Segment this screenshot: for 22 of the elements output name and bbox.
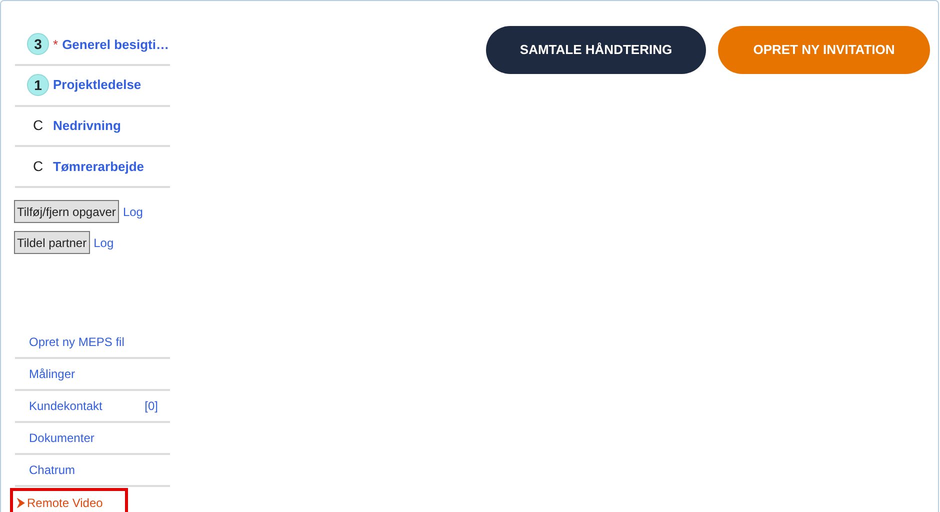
status-letter: C — [32, 116, 44, 136]
count-badge: 3 — [27, 33, 49, 56]
menu-item[interactable]: Opret ny MEPS fil — [15, 333, 170, 351]
task-link[interactable]: Nedrivning — [53, 116, 121, 136]
chevron-icon — [17, 498, 25, 508]
action-button[interactable]: Tilføj/fjern opgaver — [14, 200, 119, 223]
log-link[interactable]: Log — [94, 234, 114, 252]
task-link[interactable]: Tømrerarbejde — [53, 156, 144, 176]
menu-item[interactable]: Remote Video — [10, 488, 128, 512]
action-button[interactable]: Tildel partner — [14, 231, 90, 254]
action-button[interactable]: OPRET NY INVITATION — [718, 26, 930, 74]
task-link[interactable]: Projektledelse — [53, 75, 142, 95]
menu-item[interactable]: Kundekontakt [0] — [15, 397, 170, 415]
menu-item[interactable]: Dokumenter — [15, 429, 170, 447]
task-link[interactable]: Generel besigti… — [62, 34, 169, 54]
action-button[interactable]: SAMTALE HÅNDTERING — [486, 26, 706, 74]
menu-item[interactable]: Chatrum — [15, 461, 170, 479]
status-letter: C — [32, 157, 44, 176]
count-badge: 1 — [27, 74, 49, 96]
log-link[interactable]: Log — [122, 202, 143, 220]
required-mark: * — [53, 36, 58, 54]
menu-item[interactable]: Målinger — [15, 365, 170, 383]
